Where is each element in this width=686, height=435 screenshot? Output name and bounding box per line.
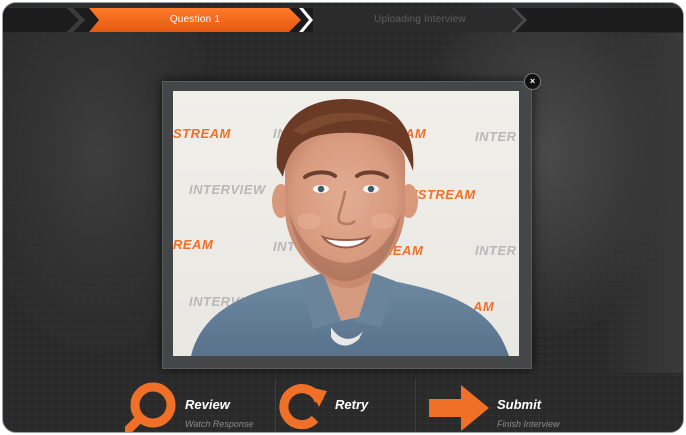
progress-step-chevron [299, 8, 313, 32]
retry-icon [279, 384, 327, 430]
action-divider [415, 379, 416, 432]
review-sublabel: Watch Response [185, 419, 254, 429]
review-label: Review [185, 397, 230, 412]
review-button[interactable]: Review Watch Response [125, 375, 275, 432]
submit-sublabel: Finish Interview [497, 419, 560, 429]
magnifier-icon [125, 382, 176, 432]
arrow-right-icon [429, 385, 489, 431]
app-frame: Question 1 Uploading Interview STREAM IN… [2, 2, 684, 433]
background-shade [603, 33, 683, 373]
retry-button[interactable]: Retry [275, 375, 415, 432]
submit-label: Submit [497, 397, 542, 412]
retry-label: Retry [335, 397, 369, 412]
close-modal-button[interactable]: × [524, 73, 541, 90]
progress-bar: Question 1 Uploading Interview [3, 8, 683, 32]
progress-step-question-1: Question 1 [89, 8, 301, 32]
submit-button[interactable]: Submit Finish Interview [427, 375, 597, 432]
action-bar: Review Watch Response Retry Submit Finis… [3, 375, 683, 432]
video-player[interactable]: STREAM INT AM INTER INTERVIEW WSTREAM RE… [173, 91, 519, 356]
video-modal: STREAM INT AM INTER INTERVIEW WSTREAM RE… [162, 81, 532, 369]
progress-start-chevron [67, 8, 85, 32]
progress-step-uploading: Uploading Interview [313, 8, 527, 32]
interviewee-image [191, 99, 509, 356]
